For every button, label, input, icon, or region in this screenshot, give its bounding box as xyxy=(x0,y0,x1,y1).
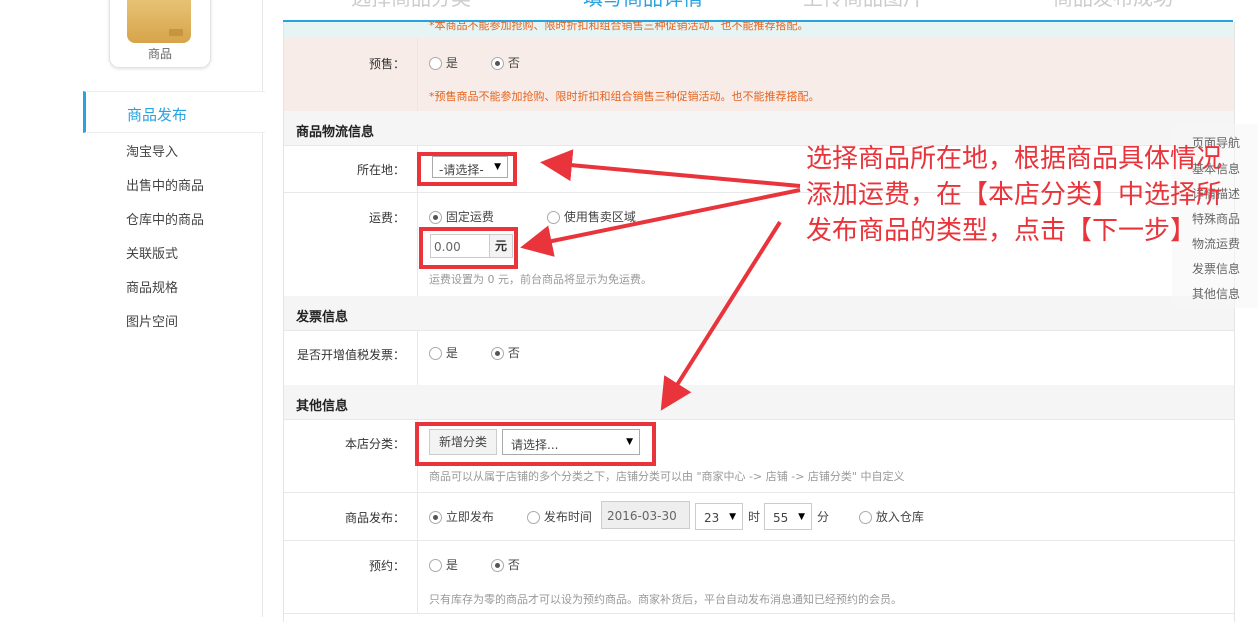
arrow-to-freight xyxy=(520,188,801,257)
arrow-to-location xyxy=(540,149,801,188)
annotation-text: 选择商品所在地，根据商品具体情况添加运费，在【本店分类】中选择所发布商品的类型，… xyxy=(806,144,1223,246)
annotation-arrows xyxy=(520,149,801,411)
arrow-to-category xyxy=(660,220,782,411)
